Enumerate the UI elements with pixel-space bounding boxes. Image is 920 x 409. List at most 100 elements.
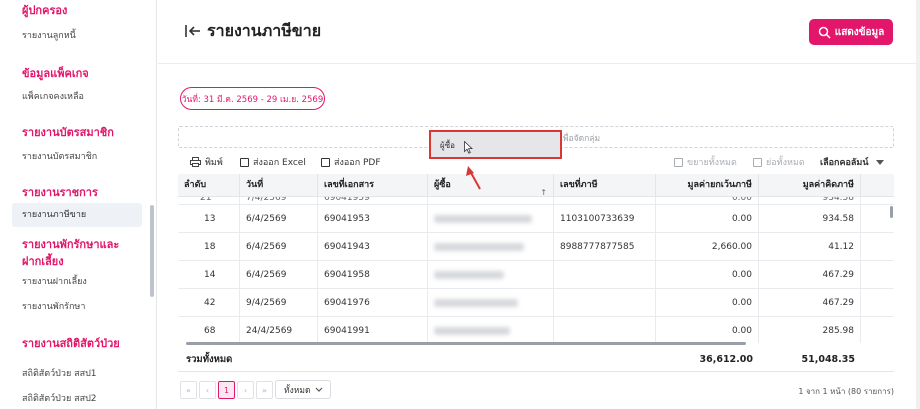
cell-no: 42 — [178, 289, 240, 316]
page-scrollbar[interactable] — [916, 0, 920, 409]
cell-doc-no: 69041959 — [318, 197, 428, 204]
sidebar-scrollbar[interactable] — [150, 205, 154, 297]
col-header-tax-id[interactable]: เลขที่ภาษี — [554, 174, 656, 197]
sidebar-item-treatment-report[interactable]: รายงานพักรักษา — [22, 299, 85, 313]
export-excel-button[interactable]: ส่งออก Excel — [240, 155, 306, 169]
mouse-pointer-icon — [464, 141, 473, 154]
current-page-button[interactable]: 1 — [218, 381, 235, 399]
table-header: ลำดับ วันที่ เลขที่เอกสาร ผู้ซื้อ ↑ เลขท… — [178, 174, 894, 197]
sidebar-item-boarding-report[interactable]: รายงานฝากเลี้ยง — [22, 274, 87, 288]
cell-taxable: 934.58 — [759, 205, 861, 232]
totals-exempt: 36,612.00 — [699, 354, 754, 365]
print-button[interactable]: พิมพ์ — [190, 155, 223, 169]
table-row[interactable]: 42 9/4/2569 69041976 0.00 467.29 — [178, 289, 894, 317]
expand-all-label: ขยายทั้งหมด — [687, 158, 737, 168]
cell-tax-id: 1103100733639 — [554, 205, 656, 232]
cell-buyer-redacted — [428, 261, 554, 288]
table-body: 21 7/4/2569 69041959 0.00 934.58 13 6/4/… — [178, 197, 894, 343]
next-page-button[interactable]: › — [237, 381, 254, 399]
collapse-all-label: ย่อทั้งหมด — [766, 158, 805, 168]
col-header-doc-no[interactable]: เลขที่เอกสาร — [318, 174, 428, 197]
table-row[interactable]: 18 6/4/2569 69041943 8988777877585 2,660… — [178, 233, 894, 261]
pagination: « ‹ 1 › » — [180, 380, 273, 400]
sidebar-heading-membership: รายงานบัตรสมาชิก — [22, 126, 114, 139]
chevron-down-icon — [316, 387, 323, 392]
dragging-column-label: ผู้ซื้อ — [440, 141, 455, 150]
sort-up-icon[interactable]: ↑ — [540, 181, 547, 197]
cell-doc-no: 69041953 — [318, 205, 428, 232]
sidebar-item-membership-report[interactable]: รายงานบัตรสมาชิก — [22, 149, 97, 163]
sidebar-heading-package: ข้อมูลแพ็คเกจ — [22, 67, 89, 80]
last-page-button[interactable]: » — [256, 381, 273, 399]
cell-date: 6/4/2569 — [240, 261, 318, 288]
cell-no: 18 — [178, 233, 240, 260]
date-range-chip[interactable]: วันที่: 31 มี.ค. 2569 - 29 เม.ย. 2569 — [180, 87, 325, 110]
cell-exempt: 2,660.00 — [656, 233, 759, 260]
collapse-left-icon[interactable] — [184, 22, 202, 40]
cell-exempt: 0.00 — [656, 317, 759, 343]
cell-doc-no: 69041991 — [318, 317, 428, 343]
col-header-buyer[interactable]: ผู้ซื้อ ↑ — [428, 174, 554, 197]
sidebar-item-stats-1[interactable]: สถิติสัตว์ป่วย สสป1 — [22, 366, 97, 380]
cell-exempt: 0.00 — [656, 205, 759, 232]
expand-icon — [674, 157, 683, 167]
cell-buyer-redacted — [428, 233, 554, 260]
col-header-taxable[interactable]: มูลค่าคิดภาษี — [759, 174, 861, 197]
cell-doc-no: 69041976 — [318, 289, 428, 316]
table-row[interactable]: 13 6/4/2569 69041953 1103100733639 0.00 … — [178, 205, 894, 233]
cell-doc-no: 69041943 — [318, 233, 428, 260]
export-pdf-button[interactable]: ส่งออก PDF — [321, 155, 381, 169]
redacted-text — [434, 299, 518, 307]
sidebar-item-debtor-report[interactable]: รายงานลูกหนี้ — [22, 28, 76, 42]
col-header-date[interactable]: วันที่ — [240, 174, 318, 197]
cell-buyer-redacted — [428, 197, 554, 204]
table-row[interactable]: 21 7/4/2569 69041959 0.00 934.58 — [178, 197, 894, 205]
cell-date: 7/4/2569 — [240, 197, 318, 204]
cell-doc-no: 69041958 — [318, 261, 428, 288]
cell-no: 68 — [178, 317, 240, 343]
redacted-text — [434, 271, 504, 279]
vertical-scrollbar[interactable] — [890, 206, 893, 218]
cell-date: 6/4/2569 — [240, 205, 318, 232]
sidebar: ผู้ปกครอง รายงานลูกหนี้ ข้อมูลแพ็คเกจ แพ… — [0, 0, 157, 409]
sidebar-item-sales-tax-report[interactable]: รายงานภาษีขาย — [12, 203, 142, 227]
export-excel-label: ส่งออก Excel — [253, 158, 306, 168]
export-pdf-label: ส่งออก PDF — [334, 158, 381, 168]
group-by-placeholder: เพื่อจัดกลุ่ม — [560, 134, 601, 144]
cell-tax-id — [554, 261, 656, 288]
choose-columns-label: เลือกคอลัมน์ — [820, 158, 869, 168]
redacted-text — [434, 243, 524, 251]
page-header: รายงานภาษีขาย แสดงข้อมูล — [158, 0, 920, 64]
show-data-button[interactable]: แสดงข้อมูล — [809, 19, 893, 45]
collapse-icon — [753, 157, 762, 167]
page-size-select[interactable]: ทั้งหมด — [275, 380, 331, 399]
cell-taxable: 41.12 — [759, 233, 861, 260]
cell-taxable: 285.98 — [759, 317, 861, 343]
expand-all-button[interactable]: ขยายทั้งหมด — [674, 155, 737, 169]
first-page-button[interactable]: « — [180, 381, 197, 399]
col-header-buyer-label: ผู้ซื้อ — [434, 180, 451, 190]
cell-exempt: 0.00 — [656, 197, 759, 204]
totals-label: รวมทั้งหมด — [186, 354, 233, 365]
prev-page-button[interactable]: ‹ — [199, 381, 216, 399]
cell-taxable: 467.29 — [759, 261, 861, 288]
collapse-all-button[interactable]: ย่อทั้งหมด — [753, 155, 805, 169]
table-row[interactable]: 68 24/4/2569 69041991 0.00 285.98 — [178, 317, 894, 343]
chevron-down-icon — [876, 159, 885, 165]
sidebar-heading-hospital-line2: ฝากเลี้ยง — [22, 255, 64, 268]
col-header-exempt[interactable]: มูลค่ายกเว้นภาษี — [656, 174, 759, 197]
cell-date: 6/4/2569 — [240, 233, 318, 260]
sidebar-item-package-balance[interactable]: แพ็คเกจคงเหลือ — [22, 89, 84, 103]
sidebar-item-stats-2[interactable]: สถิติสัตว์ป่วย สสป2 — [22, 391, 97, 405]
horizontal-scrollbar[interactable] — [186, 342, 746, 345]
cell-buyer-redacted — [428, 205, 554, 232]
choose-columns-button[interactable]: เลือกคอลัมน์ — [820, 155, 885, 169]
cell-buyer-redacted — [428, 289, 554, 316]
cell-taxable: 467.29 — [759, 289, 861, 316]
totals-taxable: 51,048.35 — [801, 354, 856, 365]
annotation-arrow-icon — [466, 166, 481, 190]
cell-tax-id — [554, 197, 656, 204]
dragging-column-chip[interactable]: ผู้ซื้อ — [429, 130, 562, 159]
table-row[interactable]: 14 6/4/2569 69041958 0.00 467.29 — [178, 261, 894, 289]
col-header-no[interactable]: ลำดับ — [178, 174, 240, 197]
